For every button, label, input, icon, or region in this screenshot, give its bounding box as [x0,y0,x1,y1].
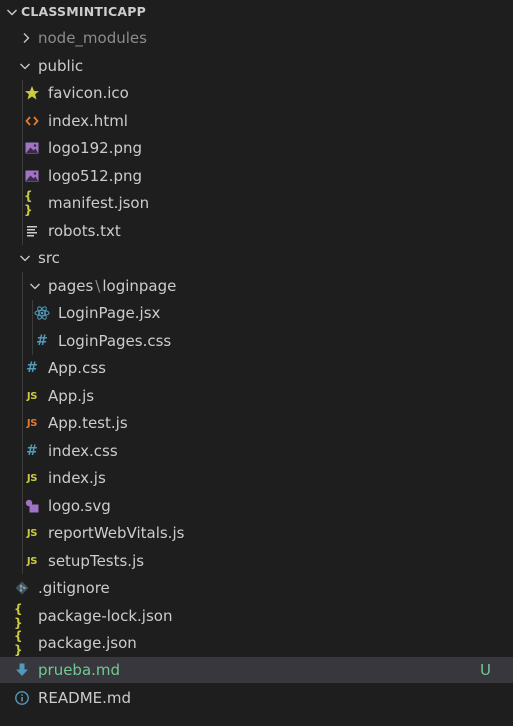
tree-item-label: package-lock.json [38,607,173,625]
tree-item-label: pages \ loginpage [48,276,176,296]
chevron-right-icon[interactable] [19,31,33,45]
chevron-down-icon[interactable] [28,279,42,293]
tree-item-label: index.js [48,469,106,487]
tree-item-logo192[interactable]: logo192.png [0,135,513,161]
tree-item-node-modules[interactable]: node_modules [0,25,513,51]
tree-item-pages-loginpage[interactable]: pages \ loginpage [0,273,513,299]
file-explorer: CLASSMINTICAPP node_modules public favic… [0,0,513,726]
js-test-icon: JS [26,417,38,429]
js-icon: JS [26,555,38,567]
tree-item-label: App.js [48,387,95,405]
tree-item-logo512[interactable]: logo512.png [0,163,513,189]
tree-item-favicon[interactable]: favicon.ico [0,80,513,106]
explorer-header[interactable]: CLASSMINTICAPP [0,0,513,24]
star-icon [24,84,40,102]
tree-item-label: manifest.json [48,194,150,212]
text-lines-icon [24,222,40,240]
tree-item-label: favicon.ico [48,84,129,102]
js-icon: JS [26,390,38,402]
tree-item-loginpages-css[interactable]: # LoginPages.css [0,328,513,354]
tree-item-prueba-md[interactable]: prueba.md U [0,657,513,683]
tree-item-robots-txt[interactable]: robots.txt [0,218,513,244]
json-braces-icon: { } [14,602,23,630]
tree-item-app-css[interactable]: # App.css [0,355,513,381]
tree-item-label: LoginPages.css [58,332,172,350]
folder-name-loginpage: loginpage [102,277,177,295]
path-separator: \ [95,277,101,295]
tree-item-reportwebvitals-js[interactable]: JS reportWebVitals.js [0,520,513,546]
tree-item-setuptests-js[interactable]: JS setupTests.js [0,548,513,574]
tree-item-index-html[interactable]: index.html [0,108,513,134]
tree-item-label: public [38,57,84,75]
css-hash-icon: # [36,333,48,349]
tree-item-label: LoginPage.jsx [58,304,161,322]
tree-item-label: index.html [48,112,128,130]
js-icon: JS [26,472,38,484]
css-hash-icon: # [26,443,38,459]
tree-item-label: src [38,249,60,267]
git-icon [14,579,30,597]
tree-item-package-json[interactable]: { } package.json [0,629,513,657]
explorer-title: CLASSMINTICAPP [21,4,146,19]
tree-item-label: logo512.png [48,167,142,185]
tree-item-label: prueba.md [38,661,121,679]
git-status-badge: U [480,661,491,679]
tree-item-app-js[interactable]: JS App.js [0,383,513,409]
json-braces-icon: { } [14,629,23,657]
image-icon [24,139,40,157]
tree-item-readme-md[interactable]: README.md [0,685,513,711]
chevron-down-icon[interactable] [18,251,32,265]
tree-item-public[interactable]: public [0,53,513,79]
tree-item-src[interactable]: src [0,245,513,271]
css-hash-icon: # [26,360,38,376]
react-icon [34,304,50,322]
tree-item-label: package.json [38,634,137,652]
tree-item-manifest-json[interactable]: { } manifest.json [0,189,513,217]
tree-item-label: App.test.js [48,414,128,432]
tree-item-loginpage-jsx[interactable]: LoginPage.jsx [0,300,513,326]
json-braces-icon: { } [24,189,33,217]
tree-item-label: node_modules [38,29,147,47]
tree-item-label: index.css [48,442,118,460]
html-code-icon [24,112,40,130]
svg-shapes-icon [24,497,40,515]
tree-item-label: App.css [48,359,106,377]
markdown-download-icon [14,661,30,679]
js-icon: JS [26,527,38,539]
tree-item-package-lock-json[interactable]: { } package-lock.json [0,602,513,630]
tree-item-index-css[interactable]: # index.css [0,438,513,464]
info-icon [14,689,30,707]
image-icon [24,167,40,185]
tree-item-label: setupTests.js [48,552,145,570]
tree-item-logo-svg[interactable]: logo.svg [0,493,513,519]
chevron-down-icon[interactable] [4,4,20,20]
tree-item-index-js[interactable]: JS index.js [0,465,513,491]
tree-item-app-test-js[interactable]: JS App.test.js [0,410,513,436]
tree-item-label: reportWebVitals.js [48,524,185,542]
tree-item-label: logo.svg [48,497,111,515]
folder-name-pages: pages [48,277,94,295]
tree-item-label: .gitignore [38,579,110,597]
tree-item-label: robots.txt [48,222,121,240]
tree-item-gitignore[interactable]: .gitignore [0,575,513,601]
tree-item-label: README.md [38,689,132,707]
chevron-down-icon[interactable] [18,59,32,73]
tree-item-label: logo192.png [48,139,142,157]
